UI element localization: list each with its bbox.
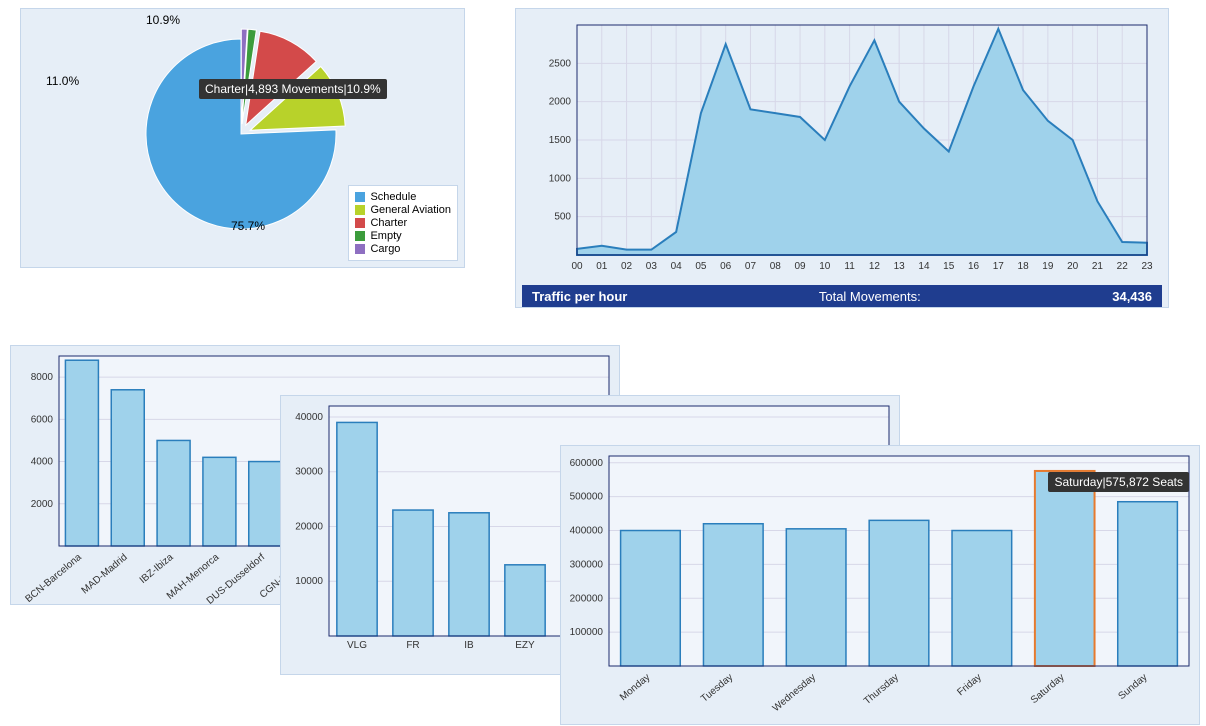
svg-text:600000: 600000 — [570, 458, 604, 469]
legend-item: Cargo — [355, 243, 451, 255]
legend-item: Charter — [355, 217, 451, 229]
svg-text:IB: IB — [464, 640, 474, 651]
svg-text:21: 21 — [1092, 261, 1104, 272]
svg-text:12: 12 — [869, 261, 881, 272]
bar-days-panel: 100000 200000 300000 400000 500000 600000 Mond… — [560, 445, 1200, 725]
area-status-bar: Traffic per hour Total Movements: 34,436 — [522, 285, 1162, 307]
svg-text:30000: 30000 — [295, 467, 323, 478]
pie-chart-panel: 75.7% 11.0% 10.9% Charter|4,893 Movement… — [20, 8, 465, 268]
svg-text:MAD-Madrid: MAD-Madrid — [80, 552, 130, 597]
svg-text:Friday: Friday — [955, 672, 983, 698]
svg-text:20: 20 — [1067, 261, 1079, 272]
svg-text:02: 02 — [621, 261, 633, 272]
svg-text:10: 10 — [819, 261, 831, 272]
svg-text:Saturday: Saturday — [1029, 672, 1067, 706]
traffic-area-panel: 500 1000 1500 2000 2500 00 01 02 03 04 05 06 07 08 09 1… — [515, 8, 1169, 308]
area-total-value: 34,436 — [1112, 289, 1152, 304]
svg-text:13: 13 — [894, 261, 906, 272]
svg-text:VLG: VLG — [347, 640, 367, 651]
svg-text:14: 14 — [918, 261, 930, 272]
svg-text:09: 09 — [794, 261, 806, 272]
svg-text:1500: 1500 — [549, 135, 572, 146]
svg-text:05: 05 — [695, 261, 707, 272]
svg-text:17: 17 — [993, 261, 1005, 272]
svg-text:Monday: Monday — [618, 672, 652, 703]
area-total-label: Total Movements: — [819, 289, 921, 304]
svg-text:00: 00 — [571, 261, 583, 272]
svg-text:IBZ-Ibiza: IBZ-Ibiza — [138, 552, 176, 586]
svg-text:Tuesday: Tuesday — [699, 672, 735, 705]
svg-text:100000: 100000 — [570, 627, 604, 638]
bar-days-tooltip: Saturday|575,872 Seats — [1048, 472, 1189, 492]
svg-text:300000: 300000 — [570, 559, 604, 570]
svg-text:40000: 40000 — [295, 412, 323, 423]
pie-label-ga: 11.0% — [46, 74, 79, 88]
svg-text:4000: 4000 — [31, 457, 54, 468]
svg-text:6000: 6000 — [31, 414, 54, 425]
svg-text:Sunday: Sunday — [1116, 672, 1149, 702]
svg-text:8000: 8000 — [31, 372, 54, 383]
svg-text:200000: 200000 — [570, 593, 604, 604]
legend-item: Schedule — [355, 191, 451, 203]
svg-text:18: 18 — [1018, 261, 1030, 272]
svg-text:04: 04 — [671, 261, 683, 272]
svg-text:19: 19 — [1042, 261, 1054, 272]
svg-text:1000: 1000 — [549, 173, 572, 184]
svg-text:500000: 500000 — [570, 492, 604, 503]
pie-chart: 75.7% 11.0% 10.9% Charter|4,893 Movement… — [111, 19, 371, 239]
svg-text:BCN-Barcelona: BCN-Barcelona — [24, 552, 85, 605]
svg-text:500: 500 — [554, 212, 571, 223]
svg-text:23: 23 — [1141, 261, 1153, 272]
area-title: Traffic per hour — [532, 289, 627, 304]
svg-text:2500: 2500 — [549, 58, 572, 69]
svg-text:01: 01 — [596, 261, 608, 272]
pie-label-charter: 10.9% — [146, 13, 180, 27]
svg-text:08: 08 — [770, 261, 782, 272]
svg-text:07: 07 — [745, 261, 757, 272]
pie-label-schedule: 75.7% — [231, 219, 265, 233]
svg-text:2000: 2000 — [31, 499, 54, 510]
pie-tooltip: Charter|4,893 Movements|10.9% — [199, 79, 387, 99]
traffic-area-chart: 500 1000 1500 2000 2500 00 01 02 03 04 05 06 07 08 09 1… — [527, 15, 1157, 295]
svg-text:16: 16 — [968, 261, 980, 272]
svg-text:22: 22 — [1117, 261, 1129, 272]
svg-text:Thursday: Thursday — [862, 672, 901, 707]
svg-text:06: 06 — [720, 261, 732, 272]
svg-text:400000: 400000 — [570, 526, 604, 537]
svg-text:20000: 20000 — [295, 521, 323, 532]
svg-text:11: 11 — [844, 261, 855, 272]
svg-text:10000: 10000 — [295, 576, 323, 587]
svg-text:15: 15 — [943, 261, 955, 272]
svg-text:EZY: EZY — [515, 640, 535, 651]
svg-text:2000: 2000 — [549, 97, 572, 108]
svg-text:FR: FR — [406, 640, 419, 651]
svg-text:03: 03 — [646, 261, 658, 272]
pie-legend: ScheduleGeneral AviationCharterEmptyCarg… — [348, 185, 458, 261]
legend-item: Empty — [355, 230, 451, 242]
legend-item: General Aviation — [355, 204, 451, 216]
svg-text:Wednesday: Wednesday — [771, 672, 818, 714]
